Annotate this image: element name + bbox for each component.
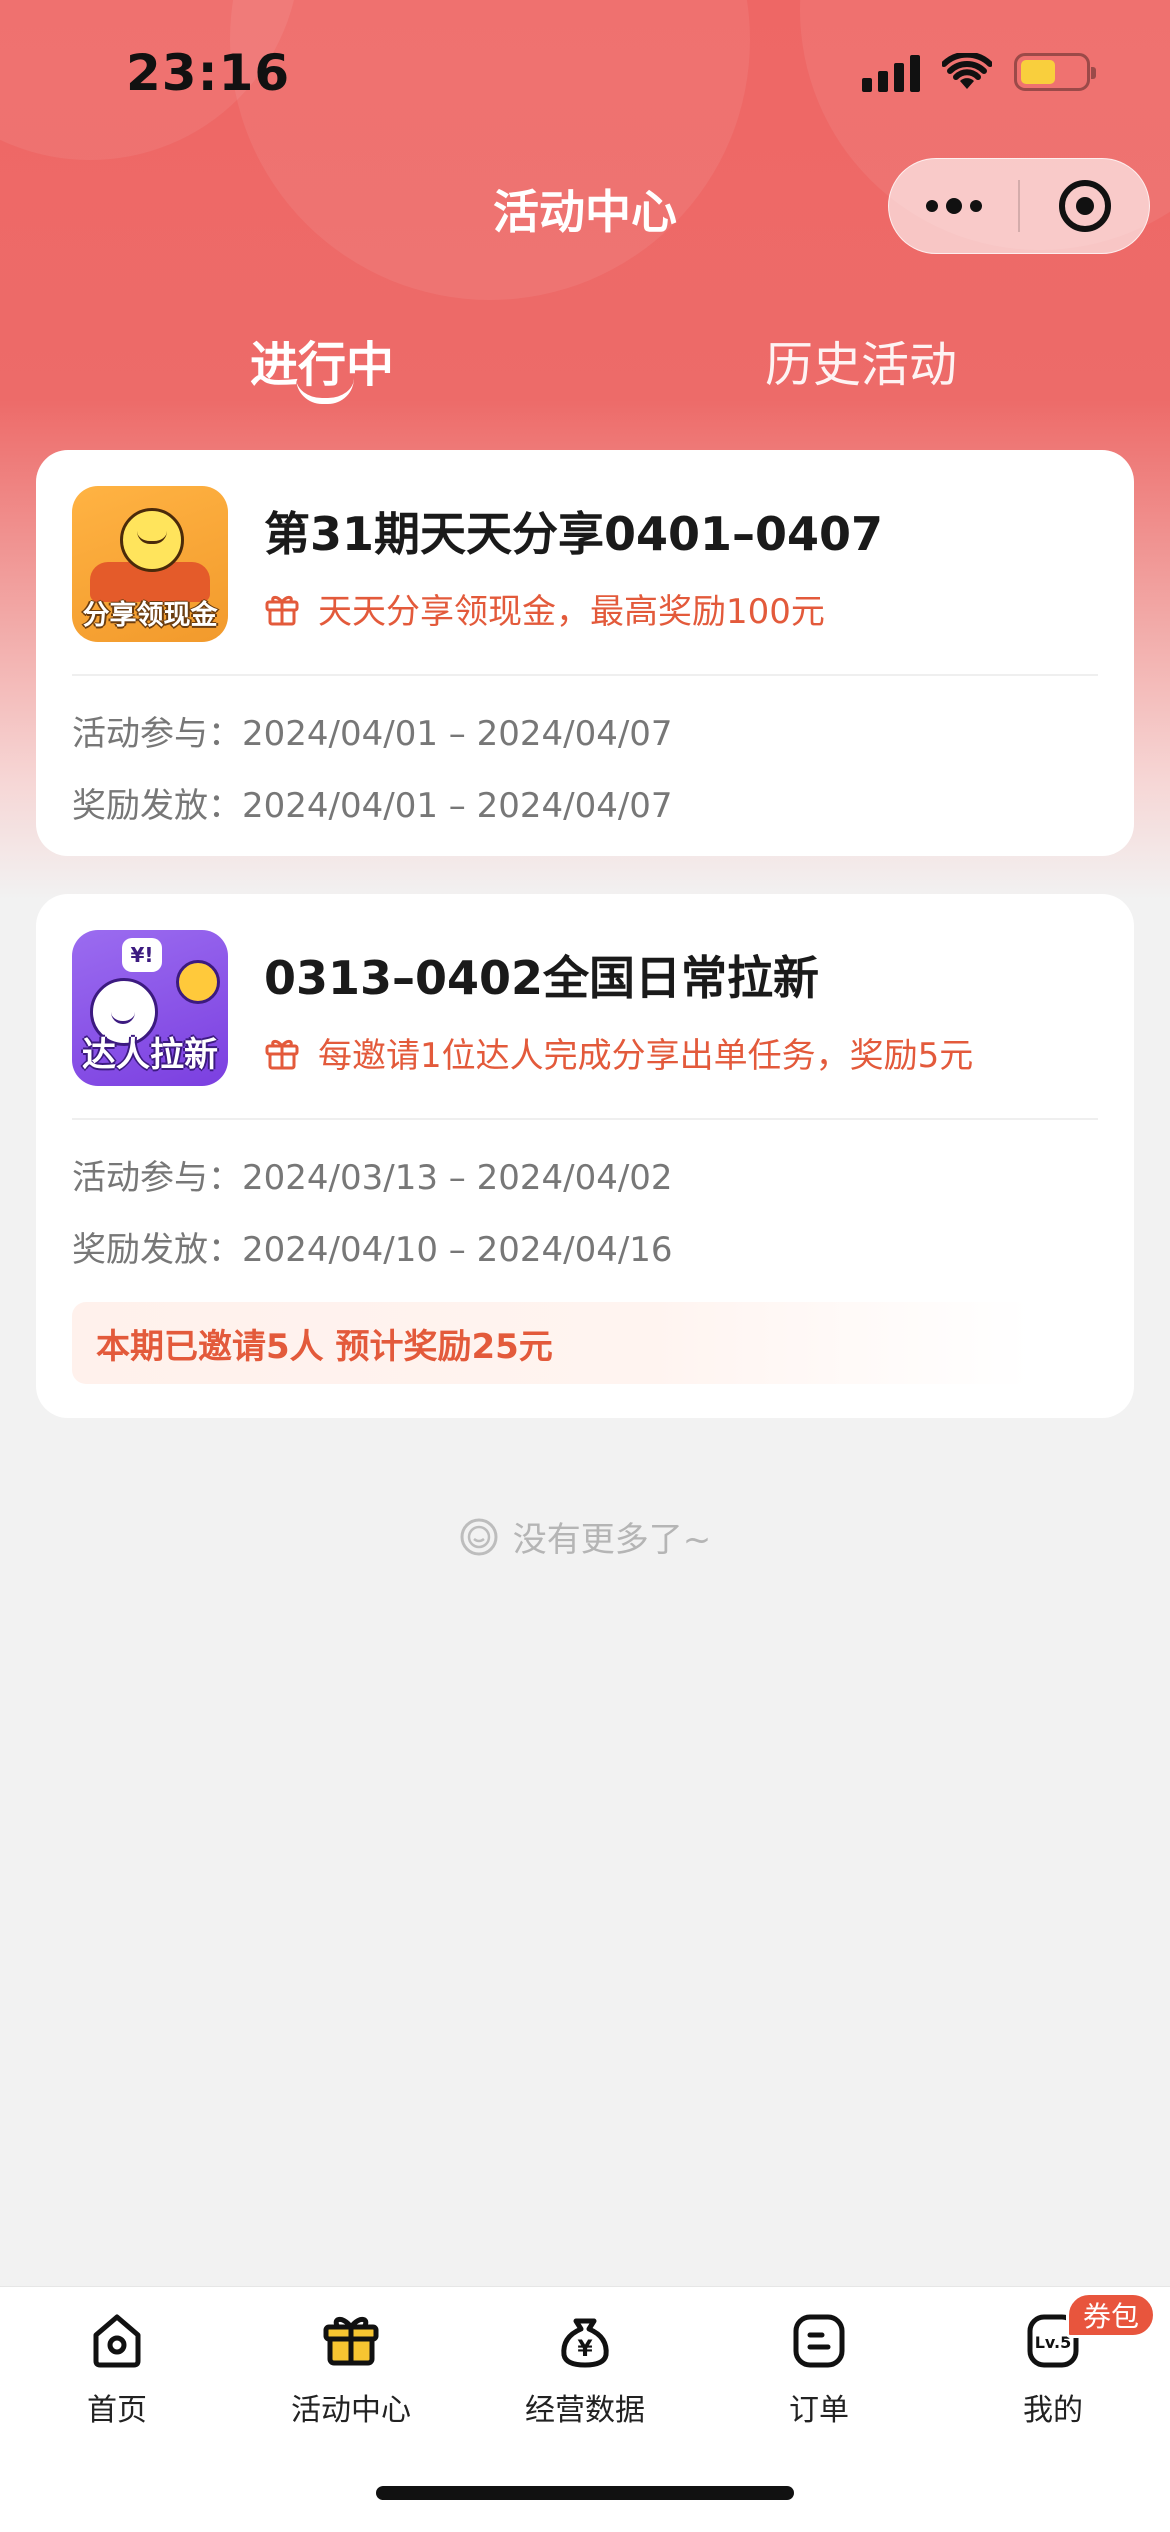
- activity-subtitle-text: 天天分享领现金，最高奖励100元: [318, 592, 825, 632]
- end-of-list-text: 没有更多了~: [512, 1520, 712, 1560]
- status-icons: [862, 52, 1096, 92]
- thumbnail-caption: 达人拉新: [82, 1035, 218, 1075]
- gift-icon: [265, 1039, 299, 1069]
- divider: [72, 674, 1098, 676]
- divider: [72, 1118, 1098, 1120]
- page: 23:16 活动中心 进行中 历史活动 分享领现金 第31期天天分享0401–0…: [0, 0, 1170, 2532]
- gift-icon: [265, 595, 299, 625]
- decor-circle: [230, 0, 750, 300]
- duck-mascot-icon: [120, 508, 184, 572]
- activity-card[interactable]: ¥! 达人拉新 0313–0402全国日常拉新 每邀请1位达人完成分享出单任务，…: [36, 894, 1134, 1418]
- invite-summary-banner: 本期已邀请5人 预计奖励25元: [72, 1302, 1032, 1384]
- svg-text:¥: ¥: [577, 2337, 593, 2362]
- tabbar-item-home[interactable]: 首页: [0, 2307, 234, 2429]
- coupon-badge: 券包: [1066, 2292, 1157, 2338]
- duck-mascot-icon: [176, 960, 220, 1004]
- cellular-signal-icon: [862, 52, 920, 92]
- order-icon: [793, 2314, 845, 2368]
- tab-history[interactable]: 历史活动: [765, 325, 957, 395]
- close-mini-program-button[interactable]: [1020, 180, 1149, 232]
- activity-title: 第31期天天分享0401–0407: [264, 507, 884, 561]
- reward-period: 奖励发放：2024/04/01 – 2024/04/07: [72, 786, 673, 826]
- activity-subtitle: 每邀请1位达人完成分享出单任务，奖励5元: [264, 1028, 973, 1077]
- activity-thumbnail: 分享领现金: [72, 486, 228, 642]
- battery-icon: [1014, 53, 1096, 91]
- mini-program-capsule: [888, 158, 1150, 254]
- activity-title: 0313–0402全国日常拉新: [264, 951, 820, 1005]
- status-time: 23:16: [126, 44, 291, 102]
- home-indicator: [376, 2486, 794, 2500]
- tabbar-item-orders[interactable]: 订单: [702, 2307, 936, 2429]
- activity-thumbnail: ¥! 达人拉新: [72, 930, 228, 1086]
- participate-period: 活动参与：2024/03/13 – 2024/04/02: [72, 1158, 673, 1198]
- money-bag-icon: ¥: [561, 2318, 609, 2368]
- activity-card[interactable]: 分享领现金 第31期天天分享0401–0407 天天分享领现金，最高奖励100元…: [36, 450, 1134, 856]
- end-of-list-note: 没有更多了~: [0, 1512, 1170, 1561]
- thumbnail-caption: 分享领现金: [82, 600, 218, 631]
- reward-period: 奖励发放：2024/04/10 – 2024/04/16: [72, 1230, 673, 1270]
- speech-bubble: ¥!: [122, 938, 162, 972]
- home-icon: [93, 2314, 141, 2368]
- gift-icon: [323, 2317, 379, 2366]
- tabbar-item-business-data[interactable]: ¥ 经营数据: [468, 2307, 702, 2429]
- tabbar-item-activity-center[interactable]: 活动中心: [234, 2307, 468, 2429]
- target-icon: [1058, 180, 1111, 232]
- more-menu-button[interactable]: [889, 198, 1018, 214]
- activity-subtitle: 天天分享领现金，最高奖励100元: [264, 584, 825, 633]
- participate-period: 活动参与：2024/04/01 – 2024/04/07: [72, 714, 673, 754]
- activity-subtitle-text: 每邀请1位达人完成分享出单任务，奖励5元: [318, 1036, 974, 1076]
- smiley-icon: [460, 1518, 498, 1555]
- wifi-icon: [942, 53, 992, 89]
